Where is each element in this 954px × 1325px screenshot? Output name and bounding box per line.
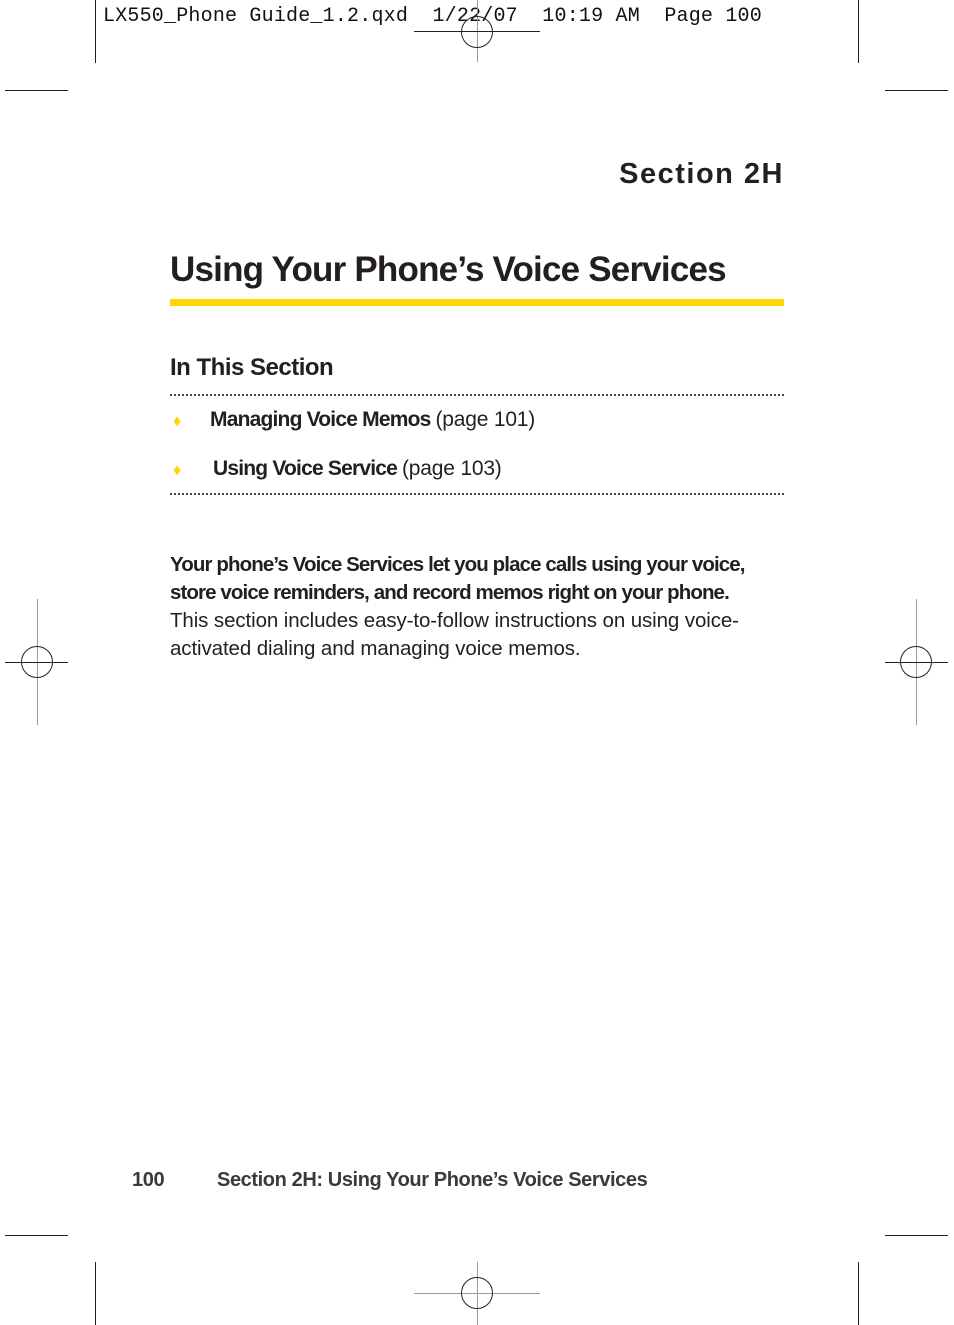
slug-file: LX550_Phone Guide_1.2.qxd [103, 5, 409, 28]
divider-dotted-top [170, 394, 784, 396]
intro-body: This section includes easy-to-follow ins… [170, 609, 739, 660]
running-title: Section 2H: Using Your Phone’s Voice Ser… [217, 1169, 648, 1191]
in-this-section-heading: In This Section [170, 354, 334, 381]
section-label: Section 2H [619, 158, 784, 190]
intro-paragraph: Your phone’s Voice Services let you plac… [170, 551, 770, 663]
toc-item-using-voice-service[interactable]: ♦ Using Voice Service (page 103) [170, 457, 502, 481]
crop-mark-top-right-vertical [858, 0, 859, 63]
print-slug: LX550_Phone Guide_1.2.qxd 1/22/07 10:19 … [103, 5, 762, 28]
crop-mark-bottom-left-horizontal [5, 1235, 68, 1236]
crop-mark-bottom-right-vertical [858, 1262, 859, 1325]
toc-item-page-ref: (page 101) [435, 408, 536, 431]
toc-item-managing-voice-memos[interactable]: ♦ Managing Voice Memos (page 101) [170, 408, 535, 432]
crop-mark-top-left-horizontal [5, 90, 68, 91]
page-number: 100 [132, 1169, 165, 1191]
toc-item-title: Managing Voice Memos [210, 408, 431, 431]
crop-mark-bottom-left-vertical [95, 1262, 96, 1325]
slug-time: 10:19 AM [542, 5, 640, 28]
slug-page: Page 100 [664, 5, 762, 28]
crop-mark-top-right-horizontal [885, 90, 948, 91]
diamond-bullet-icon: ♦ [173, 413, 182, 430]
divider-dotted-bottom [170, 493, 784, 495]
intro-lead: Your phone’s Voice Services let you plac… [170, 553, 745, 604]
crop-mark-bottom-right-horizontal [885, 1235, 948, 1236]
crop-mark-top-left-vertical [95, 0, 96, 63]
title-underline [170, 299, 784, 306]
page-footer: 100 Section 2H: Using Your Phone’s Voice … [132, 1169, 648, 1192]
toc-item-title: Using Voice Service [213, 457, 398, 480]
page-title: Using Your Phone’s Voice Services [170, 250, 727, 289]
diamond-bullet-icon: ♦ [173, 462, 182, 479]
toc-item-page-ref: (page 103) [402, 457, 502, 480]
